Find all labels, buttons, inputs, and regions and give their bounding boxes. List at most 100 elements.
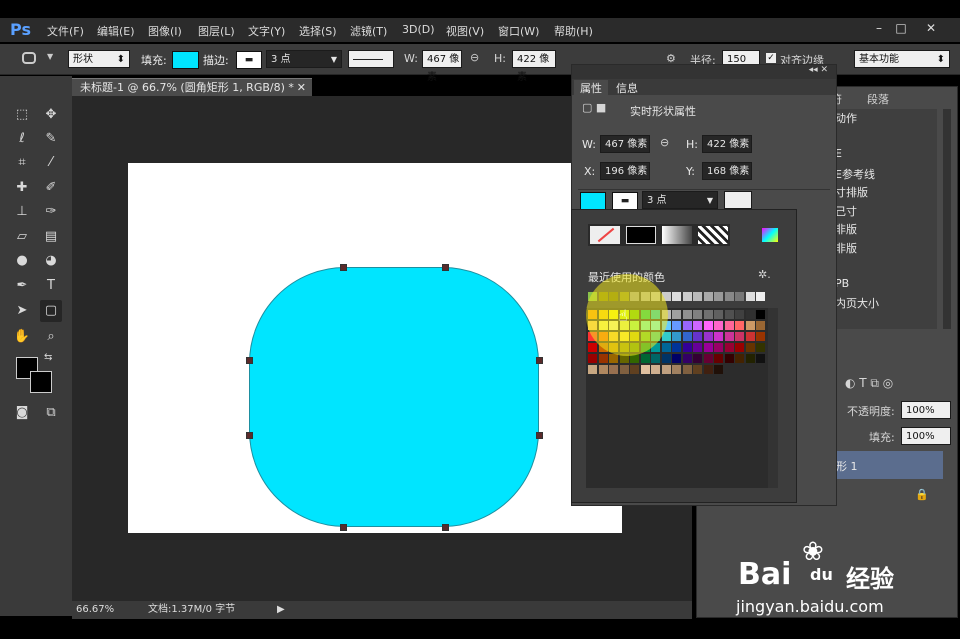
color-swatch[interactable] (756, 343, 765, 352)
stroke-type-swatch[interactable]: ▬ (612, 192, 638, 210)
color-swatch[interactable] (714, 365, 723, 374)
mode-select[interactable]: 形状 ⬍ (68, 50, 130, 68)
menu-help[interactable]: 帮助(H) (554, 23, 593, 39)
color-swatch[interactable] (724, 354, 734, 363)
color-swatch[interactable] (672, 321, 681, 330)
prop-y-input[interactable]: 168 像素 (702, 162, 752, 180)
color-swatch[interactable] (714, 343, 723, 352)
color-swatch[interactable] (588, 365, 597, 374)
color-swatch[interactable] (703, 354, 713, 363)
align-edges-checkbox[interactable]: ✓ (766, 53, 776, 63)
layer-lock-icons[interactable]: ◐ T ⧉ ◎ (845, 376, 893, 391)
gradient-fill-button[interactable] (662, 226, 692, 244)
color-swatch[interactable] (756, 292, 765, 301)
blur-tool-icon[interactable]: ● (11, 250, 33, 272)
color-swatch[interactable] (745, 332, 755, 341)
menu-image[interactable]: 图像(I) (148, 23, 182, 39)
color-swatch[interactable] (661, 354, 671, 363)
dodge-tool-icon[interactable]: ◕ (40, 250, 62, 272)
color-swatch[interactable] (682, 354, 692, 363)
color-swatch[interactable] (661, 365, 671, 374)
color-swatch[interactable] (724, 292, 734, 301)
menu-file[interactable]: 文件(F) (47, 23, 84, 39)
color-swatch[interactable] (609, 365, 618, 374)
color-swatch[interactable] (714, 321, 723, 330)
color-swatch[interactable] (756, 332, 765, 341)
color-swatch[interactable] (735, 310, 744, 319)
stroke-width-input[interactable]: 3 点 ▼ (266, 50, 342, 68)
history-brush-icon[interactable]: ✑ (40, 201, 62, 223)
type-tool-icon[interactable]: T (40, 275, 62, 297)
color-swatch[interactable] (630, 365, 639, 374)
shape-tool-icon[interactable]: ▢ (40, 300, 62, 322)
stamp-tool-icon[interactable]: ⊥ (11, 201, 33, 223)
eyedropper-tool-icon[interactable]: ⁄ (40, 152, 62, 174)
color-swatch[interactable] (724, 321, 734, 330)
gradient-tool-icon[interactable]: ▤ (40, 226, 62, 248)
quick-select-tool-icon[interactable]: ✎ (40, 128, 62, 150)
lasso-tool-icon[interactable]: ℓ (11, 128, 33, 150)
link-icon[interactable]: ⊖ (660, 136, 669, 149)
color-swatch[interactable] (682, 292, 692, 301)
gear-icon[interactable]: ✲. (758, 268, 771, 281)
color-swatch[interactable] (714, 332, 723, 341)
color-swatch[interactable] (714, 354, 723, 363)
solid-fill-button[interactable] (626, 226, 656, 244)
document-tab[interactable]: 未标题-1 @ 66.7% (圆角矩形 1, RGB/8) * ✕ (72, 78, 312, 96)
no-fill-button[interactable] (590, 226, 620, 244)
pattern-fill-button[interactable] (698, 226, 728, 244)
anchor-point[interactable] (246, 357, 253, 364)
prop-height-input[interactable]: 422 像素 (702, 135, 752, 153)
color-swatch[interactable] (672, 292, 681, 301)
anchor-point[interactable] (442, 264, 449, 271)
list-item[interactable]: 非版 (835, 221, 857, 237)
color-swatch[interactable] (693, 310, 702, 319)
menu-select[interactable]: 选择(S) (299, 23, 337, 39)
color-swatch[interactable] (651, 354, 660, 363)
color-swatch[interactable] (745, 321, 755, 330)
fill-color-swatch[interactable] (172, 51, 199, 69)
height-input[interactable]: 422 像素 (512, 50, 556, 83)
color-swatch[interactable] (703, 343, 713, 352)
color-swatch[interactable] (588, 343, 597, 352)
color-swatch[interactable] (735, 343, 744, 352)
color-swatch[interactable] (682, 365, 692, 374)
color-swatch[interactable] (598, 365, 608, 374)
swatch-scrollbar[interactable] (768, 308, 778, 488)
color-swatch[interactable] (609, 354, 618, 363)
width-input[interactable]: 467 像素 (422, 50, 462, 83)
color-swatch[interactable] (693, 292, 702, 301)
anchor-point[interactable] (442, 524, 449, 531)
zoom-level[interactable]: 66.67% (76, 601, 114, 619)
list-item[interactable]: 寸排版 (835, 184, 868, 200)
anchor-point[interactable] (536, 432, 543, 439)
menu-window[interactable]: 窗口(W) (498, 23, 539, 39)
color-swatch[interactable] (693, 321, 702, 330)
color-swatch[interactable] (714, 292, 723, 301)
color-swatch[interactable] (619, 365, 629, 374)
tab-properties[interactable]: 属性 (574, 80, 608, 96)
prop-stroke-width[interactable]: 3 点 ▼ (642, 191, 718, 209)
color-swatch[interactable] (672, 354, 681, 363)
color-swatch[interactable] (745, 310, 755, 319)
list-item[interactable]: E参考线 (835, 166, 875, 182)
fill-color-swatch[interactable] (580, 192, 606, 210)
menu-filter[interactable]: 滤镜(T) (350, 23, 387, 39)
stroke-style-select[interactable] (348, 50, 394, 68)
collapse-icon[interactable]: ◂◂ ✕ (809, 65, 828, 75)
close-tab-icon[interactable]: ✕ (297, 79, 306, 97)
color-swatch[interactable] (714, 310, 723, 319)
color-swatch[interactable] (735, 354, 744, 363)
color-swatch[interactable] (756, 321, 765, 330)
color-swatch[interactable] (693, 343, 702, 352)
prop-x-input[interactable]: 196 像素 (600, 162, 650, 180)
color-swatch[interactable] (651, 365, 660, 374)
move-tool-icon[interactable]: ✥ (40, 104, 62, 126)
tab-info[interactable]: 信息 (610, 80, 644, 96)
color-swatch[interactable] (735, 321, 744, 330)
color-swatch[interactable] (756, 354, 765, 363)
crop-tool-icon[interactable]: ⌗ (11, 152, 33, 174)
marquee-tool-icon[interactable]: ⬚ (11, 104, 33, 126)
anchor-point[interactable] (340, 524, 347, 531)
paragraph-tab[interactable]: 段落 (867, 91, 889, 107)
